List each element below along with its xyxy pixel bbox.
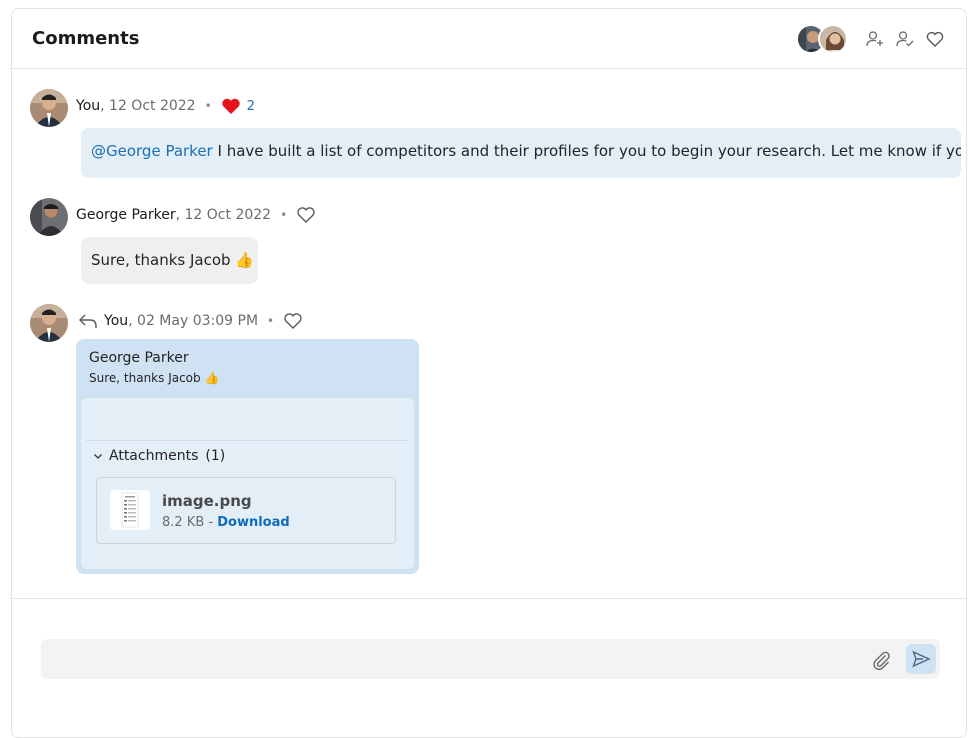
- file-name: image.png: [162, 492, 252, 510]
- avatar: [30, 89, 68, 127]
- reply-icon: [78, 312, 98, 330]
- comment-bubble: @George Parker I have built a list of co…: [81, 128, 961, 178]
- comment-meta: You , 02 May 03:09 PM •: [78, 312, 303, 330]
- comment-author: George Parker: [76, 207, 176, 223]
- comments-panel: Comments You , 12 Oct 2022 • 2 @George P…: [11, 8, 967, 738]
- reply-card: George Parker Sure, thanks Jacob 👍 Attac…: [76, 339, 419, 574]
- like-button[interactable]: 2: [221, 97, 255, 115]
- comment-thread: You , 12 Oct 2022 • 2 @George Parker I h…: [12, 69, 966, 599]
- comment-input[interactable]: [53, 645, 853, 673]
- chevron-down-icon: [93, 451, 103, 461]
- panel-title: Comments: [32, 28, 140, 49]
- attachment-item[interactable]: image.png 8.2 KB - Download: [96, 477, 396, 544]
- person-check-icon[interactable]: [892, 26, 918, 52]
- quoted-text: Sure, thanks Jacob 👍: [89, 371, 220, 385]
- file-size: 8.2 KB -: [162, 515, 218, 530]
- comment-meta: You , 12 Oct 2022 • 2: [76, 97, 255, 115]
- like-button[interactable]: [296, 206, 316, 224]
- file-meta: 8.2 KB - Download: [162, 515, 290, 530]
- divider: [12, 598, 966, 599]
- comment-composer: [41, 639, 940, 679]
- comment-date: , 02 May 03:09 PM: [128, 313, 259, 329]
- like-count: 2: [246, 98, 255, 114]
- comment-date: , 12 Oct 2022: [100, 98, 196, 114]
- comment-author: You: [104, 313, 129, 329]
- send-icon: [912, 650, 931, 668]
- mention-link[interactable]: @George Parker: [91, 142, 213, 160]
- header-actions: [796, 23, 948, 55]
- attachments-count: (1): [205, 448, 226, 464]
- attachments-label: Attachments: [109, 448, 199, 464]
- divider: [86, 440, 409, 441]
- reply-body: Attachments (1) image.png 8.2 KB - Downl…: [81, 398, 414, 569]
- comment-bubble: Sure, thanks Jacob 👍: [81, 237, 258, 284]
- heart-outline-icon: [297, 207, 315, 223]
- comment-meta: George Parker , 12 Oct 2022 •: [76, 206, 316, 224]
- meta-separator: •: [267, 314, 275, 328]
- panel-header: Comments: [12, 9, 966, 69]
- download-link[interactable]: Download: [217, 515, 289, 530]
- quoted-author: George Parker: [89, 350, 189, 366]
- avatar: [30, 304, 68, 342]
- avatar: [30, 198, 68, 236]
- heart-filled-icon: [221, 98, 240, 114]
- send-button[interactable]: [906, 644, 936, 674]
- like-button[interactable]: [283, 312, 303, 330]
- meta-separator: •: [280, 208, 288, 222]
- participant-avatar-2: [818, 24, 848, 54]
- paperclip-icon[interactable]: [870, 649, 892, 671]
- attachments-toggle[interactable]: Attachments (1): [93, 448, 225, 464]
- comment-date: , 12 Oct 2022: [175, 207, 272, 223]
- comment-text: Sure, thanks Jacob 👍: [91, 251, 254, 269]
- add-person-icon[interactable]: [862, 26, 888, 52]
- heart-outline-icon[interactable]: [922, 26, 948, 52]
- comment-author: You: [76, 98, 101, 114]
- comment-text: I have built a list of competitors and t…: [217, 142, 962, 160]
- heart-outline-icon: [284, 313, 302, 329]
- file-thumbnail: [110, 490, 150, 530]
- meta-separator: •: [204, 99, 212, 113]
- participant-avatars[interactable]: [796, 24, 848, 54]
